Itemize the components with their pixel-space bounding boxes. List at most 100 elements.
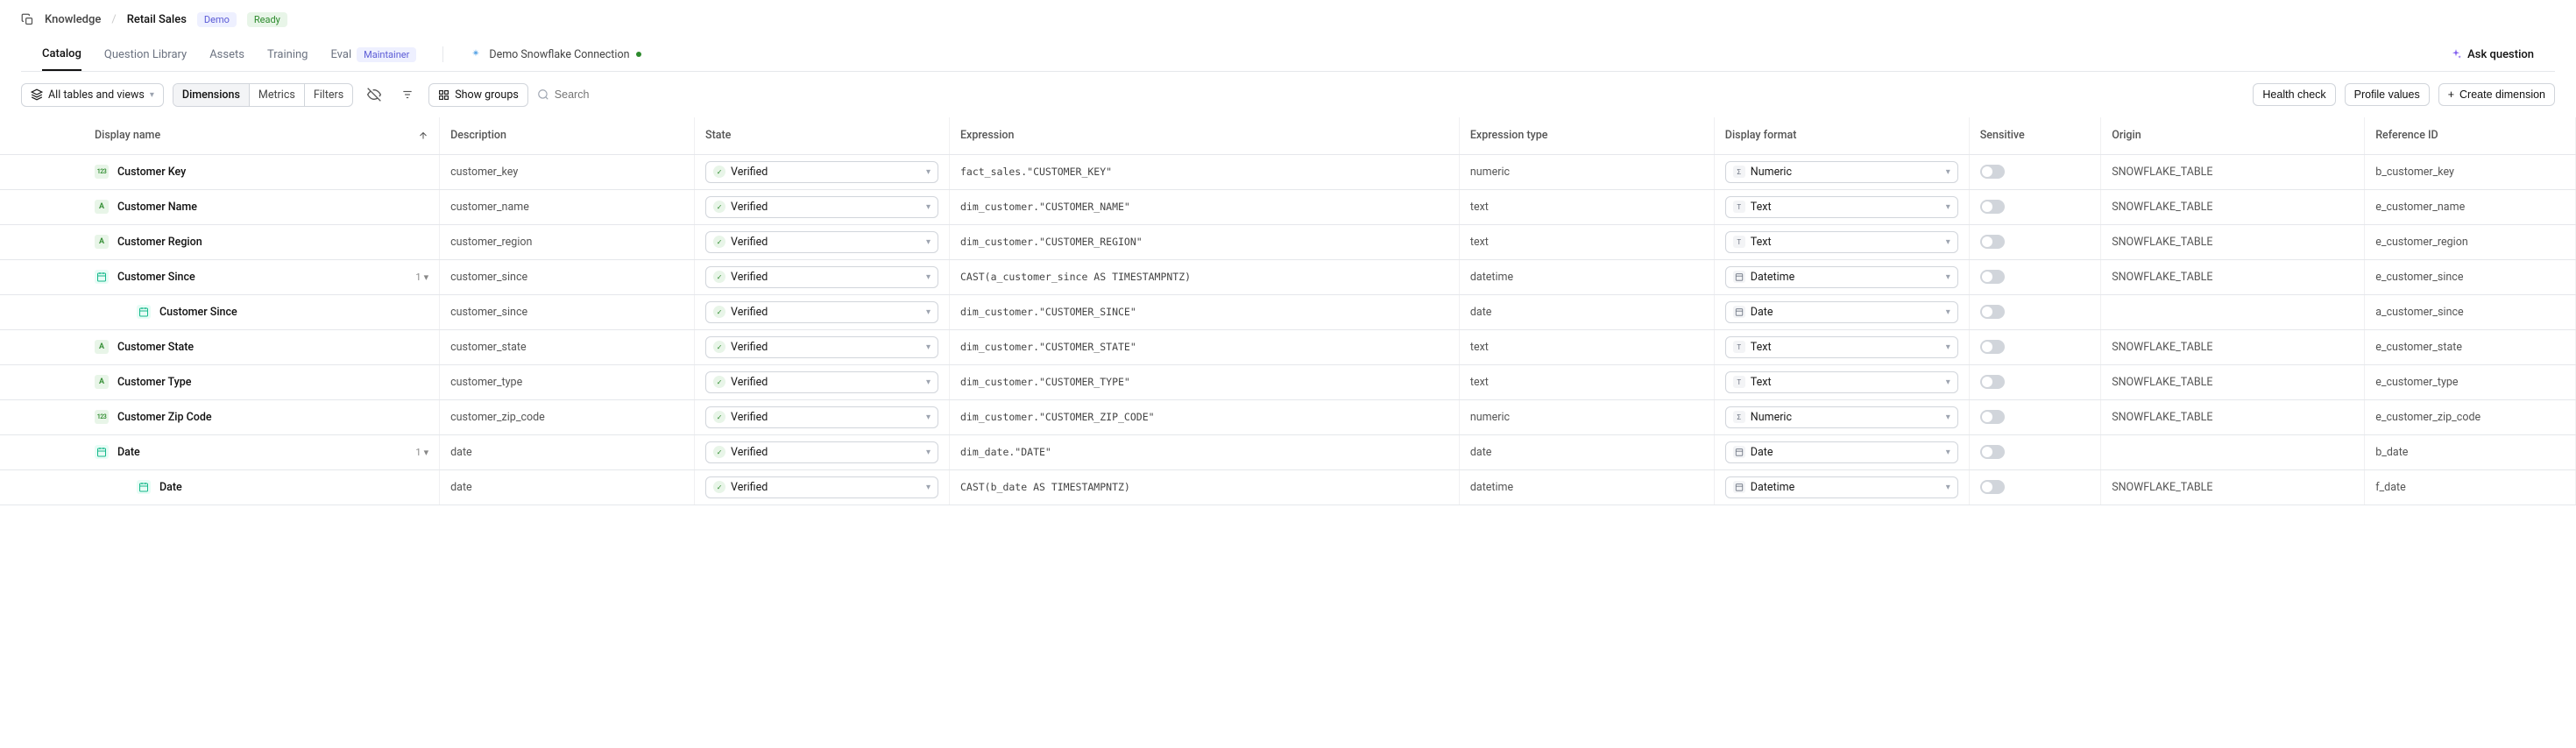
state-dropdown[interactable]: ✓ Verified ▾ bbox=[705, 336, 938, 358]
col-expression[interactable]: Expression bbox=[949, 117, 1459, 154]
table-row[interactable]: A Customer Type customer_type ✓ Verified… bbox=[0, 364, 2576, 399]
state-label: Verified bbox=[731, 376, 768, 389]
sensitive-toggle[interactable] bbox=[1980, 340, 2005, 354]
tab-question-library[interactable]: Question Library bbox=[104, 48, 187, 70]
format-dropdown[interactable]: T Text ▾ bbox=[1725, 336, 1958, 358]
hide-icon-button[interactable] bbox=[362, 82, 386, 107]
col-display-name[interactable]: Display name bbox=[0, 117, 440, 154]
state-dropdown[interactable]: ✓ Verified ▾ bbox=[705, 161, 938, 183]
row-origin: SNOWFLAKE_TABLE bbox=[2101, 469, 2365, 505]
row-origin: SNOWFLAKE_TABLE bbox=[2101, 364, 2365, 399]
breadcrumb-root[interactable]: Knowledge bbox=[45, 13, 101, 26]
format-type-icon: T bbox=[1733, 376, 1745, 388]
format-dropdown[interactable]: Date ▾ bbox=[1725, 301, 1958, 323]
format-dropdown[interactable]: Datetime ▾ bbox=[1725, 266, 1958, 288]
format-dropdown[interactable]: Datetime ▾ bbox=[1725, 476, 1958, 498]
state-dropdown[interactable]: ✓ Verified ▾ bbox=[705, 476, 938, 498]
sensitive-toggle[interactable] bbox=[1980, 445, 2005, 459]
state-dropdown[interactable]: ✓ Verified ▾ bbox=[705, 301, 938, 323]
state-label: Verified bbox=[731, 481, 768, 494]
sensitive-toggle[interactable] bbox=[1980, 200, 2005, 214]
state-label: Verified bbox=[731, 341, 768, 354]
sensitive-toggle[interactable] bbox=[1980, 480, 2005, 494]
connection-indicator[interactable]: Demo Snowflake Connection bbox=[470, 48, 641, 70]
sort-arrow-up-icon[interactable] bbox=[418, 131, 428, 141]
table-row[interactable]: A Customer State customer_state ✓ Verifi… bbox=[0, 329, 2576, 364]
format-type-icon: T bbox=[1733, 341, 1745, 353]
sensitive-toggle[interactable] bbox=[1980, 270, 2005, 284]
state-dropdown[interactable]: ✓ Verified ▾ bbox=[705, 441, 938, 463]
date-type-icon bbox=[95, 270, 109, 284]
sensitive-toggle[interactable] bbox=[1980, 410, 2005, 424]
col-description[interactable]: Description bbox=[440, 117, 695, 154]
show-groups-button[interactable]: Show groups bbox=[428, 83, 528, 107]
health-check-button[interactable]: Health check bbox=[2253, 83, 2335, 106]
profile-values-button[interactable]: Profile values bbox=[2345, 83, 2430, 106]
seg-filters[interactable]: Filters bbox=[305, 84, 352, 106]
search-input[interactable] bbox=[555, 88, 730, 101]
sensitive-toggle[interactable] bbox=[1980, 165, 2005, 179]
chevron-down-icon: ▾ bbox=[424, 447, 429, 458]
state-dropdown[interactable]: ✓ Verified ▾ bbox=[705, 406, 938, 428]
format-dropdown[interactable]: Date ▾ bbox=[1725, 441, 1958, 463]
state-label: Verified bbox=[731, 166, 768, 179]
state-dropdown[interactable]: ✓ Verified ▾ bbox=[705, 196, 938, 218]
table-row[interactable]: 123 Customer Key customer_key ✓ Verified… bbox=[0, 154, 2576, 189]
format-dropdown[interactable]: T Text ▾ bbox=[1725, 196, 1958, 218]
row-display-name: Customer Since bbox=[159, 306, 237, 319]
child-count[interactable]: 1 ▾ bbox=[415, 447, 428, 458]
tab-assets[interactable]: Assets bbox=[209, 48, 244, 70]
breadcrumb-current[interactable]: Retail Sales bbox=[127, 13, 187, 26]
row-description: customer_zip_code bbox=[440, 399, 695, 434]
table-row[interactable]: 123 Customer Zip Code customer_zip_code … bbox=[0, 399, 2576, 434]
row-display-name: Customer Name bbox=[117, 201, 197, 214]
table-row[interactable]: Date date ✓ Verified ▾ CAST(b_date AS TI… bbox=[0, 469, 2576, 505]
col-expression-type[interactable]: Expression type bbox=[1459, 117, 1714, 154]
row-description: date bbox=[440, 434, 695, 469]
format-dropdown[interactable]: T Text ▾ bbox=[1725, 231, 1958, 253]
seg-dimensions[interactable]: Dimensions bbox=[173, 84, 250, 106]
table-row[interactable]: Customer Since customer_since ✓ Verified… bbox=[0, 294, 2576, 329]
col-state[interactable]: State bbox=[695, 117, 950, 154]
format-dropdown[interactable]: T Text ▾ bbox=[1725, 371, 1958, 393]
table-row[interactable]: Date 1 ▾ date ✓ Verified ▾ dim_date."DAT… bbox=[0, 434, 2576, 469]
child-count[interactable]: 1 ▾ bbox=[415, 272, 428, 283]
format-dropdown[interactable]: Σ Numeric ▾ bbox=[1725, 161, 1958, 183]
tab-training[interactable]: Training bbox=[267, 48, 308, 70]
state-dropdown[interactable]: ✓ Verified ▾ bbox=[705, 231, 938, 253]
tab-eval[interactable]: Eval Maintainer bbox=[330, 47, 416, 71]
sensitive-toggle[interactable] bbox=[1980, 375, 2005, 389]
verified-check-icon: ✓ bbox=[713, 271, 725, 283]
filter-icon-button[interactable] bbox=[395, 82, 420, 107]
sensitive-toggle[interactable] bbox=[1980, 305, 2005, 319]
create-dimension-button[interactable]: + Create dimension bbox=[2438, 83, 2555, 106]
row-expression-type: datetime bbox=[1459, 469, 1714, 505]
state-label: Verified bbox=[731, 306, 768, 319]
scope-dropdown[interactable]: All tables and views ▾ bbox=[21, 83, 164, 107]
row-expression-type: text bbox=[1459, 189, 1714, 224]
state-dropdown[interactable]: ✓ Verified ▾ bbox=[705, 371, 938, 393]
row-expression-type: text bbox=[1459, 329, 1714, 364]
format-dropdown[interactable]: Σ Numeric ▾ bbox=[1725, 406, 1958, 428]
sensitive-toggle[interactable] bbox=[1980, 235, 2005, 249]
state-label: Verified bbox=[731, 271, 768, 284]
col-reference-id[interactable]: Reference ID bbox=[2365, 117, 2576, 154]
state-dropdown[interactable]: ✓ Verified ▾ bbox=[705, 266, 938, 288]
tab-catalog[interactable]: Catalog bbox=[42, 47, 81, 71]
ask-question-button[interactable]: Ask question bbox=[2450, 48, 2534, 70]
table-row[interactable]: A Customer Region customer_region ✓ Veri… bbox=[0, 224, 2576, 259]
row-description: customer_state bbox=[440, 329, 695, 364]
chevron-down-icon: ▾ bbox=[926, 307, 931, 317]
scope-label: All tables and views bbox=[48, 88, 145, 102]
text-type-icon: A bbox=[95, 200, 109, 214]
table-row[interactable]: A Customer Name customer_name ✓ Verified… bbox=[0, 189, 2576, 224]
col-origin[interactable]: Origin bbox=[2101, 117, 2365, 154]
chevron-down-icon: ▾ bbox=[424, 272, 429, 283]
verified-check-icon: ✓ bbox=[713, 306, 725, 318]
text-type-icon: A bbox=[95, 340, 109, 354]
table-header-row: Display name Description State Expressio… bbox=[0, 117, 2576, 154]
table-row[interactable]: Customer Since 1 ▾ customer_since ✓ Veri… bbox=[0, 259, 2576, 294]
seg-metrics[interactable]: Metrics bbox=[250, 84, 305, 106]
col-display-format[interactable]: Display format bbox=[1714, 117, 1969, 154]
col-sensitive[interactable]: Sensitive bbox=[1969, 117, 2100, 154]
